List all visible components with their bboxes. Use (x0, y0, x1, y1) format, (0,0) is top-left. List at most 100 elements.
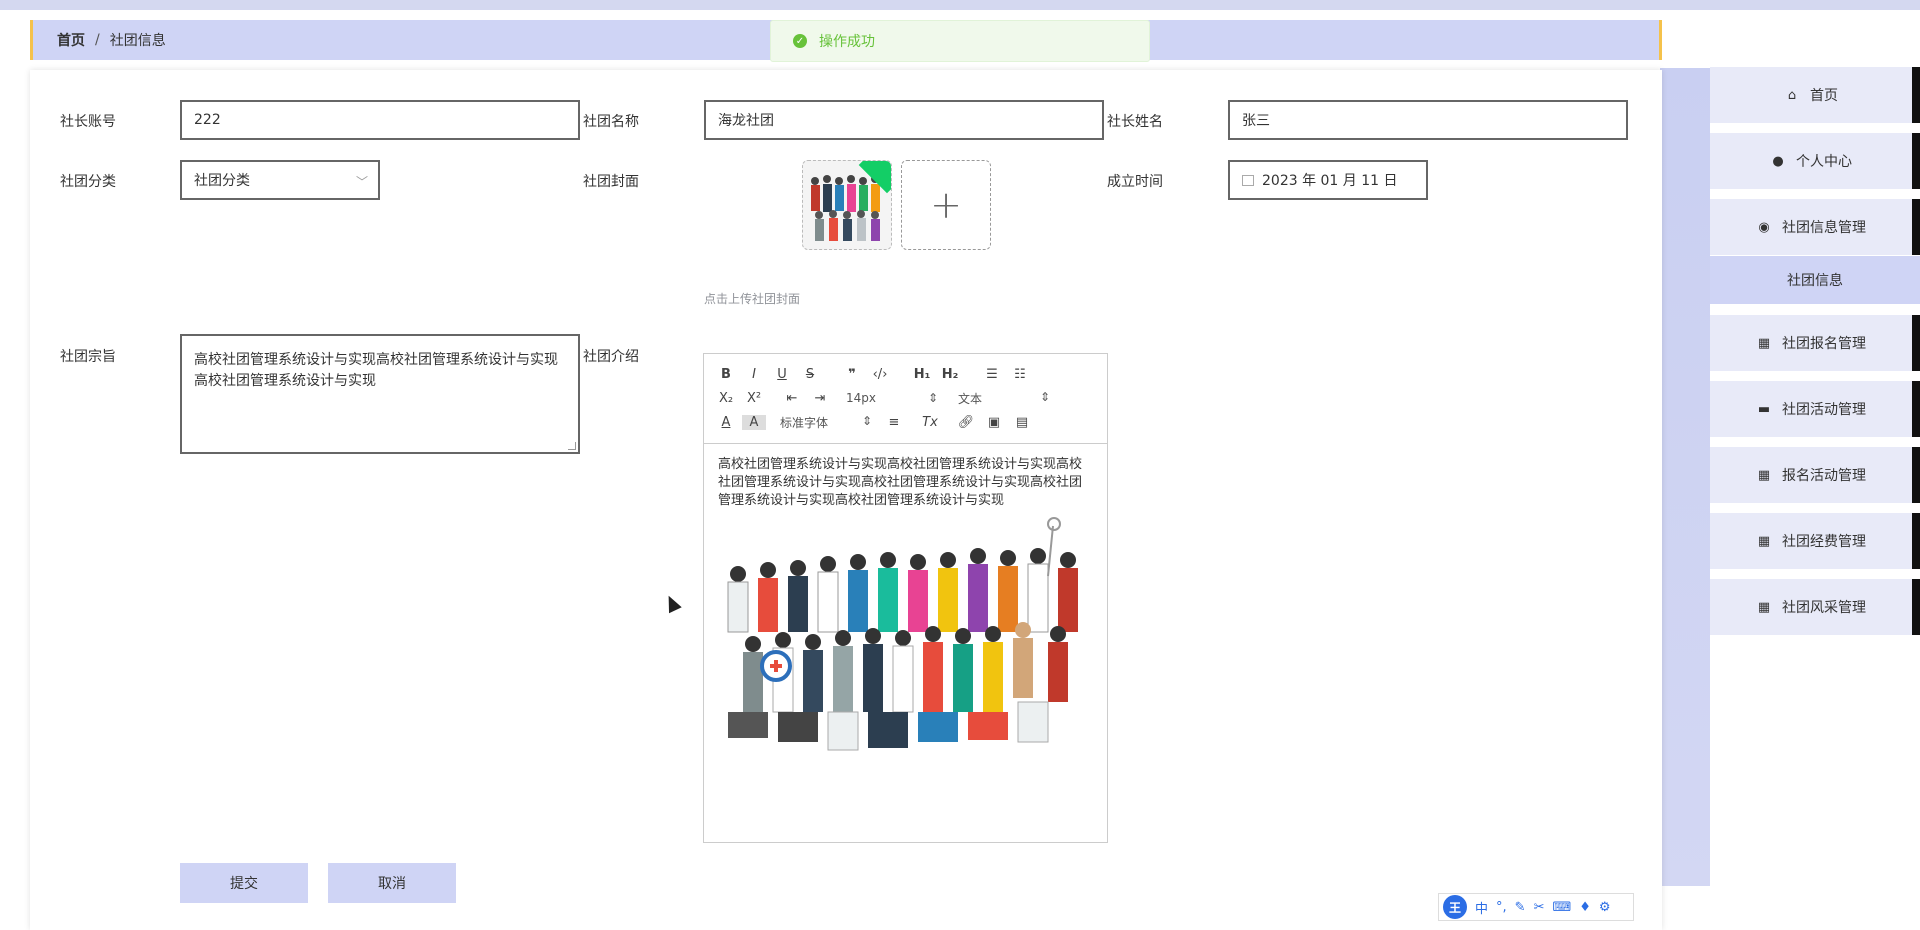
founded-date-input[interactable]: 2023 年 01 月 11 日 (1228, 160, 1428, 200)
sidebar-item-club-signup-management[interactable]: ▦ 社团报名管理 (1710, 315, 1920, 371)
sidebar-item-club-funds-management[interactable]: ▦ 社团经费管理 (1710, 513, 1920, 569)
cover-upload-hint: 点击上传社团封面 (704, 292, 801, 306)
check-circle-icon: ✓ (793, 34, 807, 48)
sidebar-item-label: 首页 (1810, 88, 1838, 104)
scissors-icon[interactable]: ✂ (1534, 900, 1545, 915)
submit-button[interactable]: 提交 (180, 863, 308, 903)
cancel-button[interactable]: 取消 (328, 863, 456, 903)
tenet-textarea[interactable]: 高校社团管理系统设计与实现高校社团管理系统设计与实现高校社团管理系统设计与实现 (180, 334, 580, 454)
sidebar-item-club-showcase-management[interactable]: ▦ 社团风采管理 (1710, 579, 1920, 635)
location-icon: ◉ (1758, 219, 1770, 235)
sidebar-item-home[interactable]: ⌂ 首页 (1710, 67, 1920, 123)
font-color-icon[interactable]: A (714, 415, 738, 430)
president-account-input[interactable]: 222 (180, 100, 580, 140)
editor-intro-text: 高校社团管理系统设计与实现高校社团管理系统设计与实现高校社团管理系统设计与实现高… (718, 457, 1083, 508)
heading-1-icon[interactable]: H₁ (910, 367, 934, 382)
background-color-icon[interactable]: A (742, 414, 766, 430)
category-select-value: 社团分类 (194, 173, 250, 189)
tenet-label: 社团宗旨 (60, 349, 116, 365)
user-icon: ● (1772, 153, 1784, 169)
success-toast: ✓ 操作成功 (770, 20, 1150, 62)
sidebar-item-activity-signup-management[interactable]: ▦ 报名活动管理 (1710, 447, 1920, 503)
keyboard-icon[interactable]: ⌨ (1552, 900, 1571, 915)
top-bar (0, 0, 1920, 10)
intro-label: 社团介绍 (583, 349, 639, 365)
sidebar-item-label: 个人中心 (1796, 154, 1852, 170)
president-name-label: 社长姓名 (1107, 114, 1163, 130)
breadcrumb-home[interactable]: 首页 (57, 30, 85, 50)
subscript-icon[interactable]: X₂ (714, 391, 738, 406)
font-size-select[interactable]: 14px ⇕ (846, 391, 938, 405)
cover-thumbnail[interactable] (802, 160, 892, 250)
font-family-value: 标准字体 (780, 415, 829, 430)
founded-date-value: 2023 年 01 月 11 日 (1262, 173, 1398, 189)
align-left-icon[interactable]: ≡ (882, 415, 906, 430)
cover-upload-button[interactable]: + (901, 160, 991, 250)
shirt-icon[interactable]: ♦ (1579, 900, 1591, 915)
ordered-list-icon[interactable]: ☰ (980, 367, 1004, 382)
clear-format-icon[interactable]: Tx (918, 415, 942, 430)
sidebar-subitem-club-info[interactable]: 社团信息 (1710, 256, 1920, 304)
sidebar-item-personal-center[interactable]: ● 个人中心 (1710, 133, 1920, 189)
heading-2-icon[interactable]: H₂ (938, 367, 962, 382)
breadcrumb-current: 社团信息 (109, 33, 166, 49)
settings-gear-icon[interactable]: ⚙ (1599, 900, 1611, 915)
toast-message: 操作成功 (819, 34, 875, 50)
strikethrough-icon[interactable]: S (798, 367, 822, 382)
image-icon[interactable]: ▣ (982, 415, 1006, 430)
resize-handle-icon[interactable] (568, 442, 576, 450)
bold-icon[interactable]: B (714, 367, 738, 382)
sidebar-item-label: 社团信息管理 (1782, 220, 1866, 236)
punctuation-icon[interactable]: °, (1496, 900, 1507, 915)
superscript-icon[interactable]: X² (742, 391, 766, 406)
text-type-select[interactable]: 文本 ⇕ (958, 390, 1050, 407)
video-icon[interactable]: ▤ (1010, 415, 1034, 430)
code-block-icon[interactable]: ‹/› (868, 367, 892, 382)
club-name-label: 社团名称 (583, 114, 639, 130)
sidebar-item-label: 社团报名管理 (1782, 336, 1866, 352)
editor-content[interactable]: 高校社团管理系统设计与实现高校社团管理系统设计与实现高校社团管理系统设计与实现高… (704, 444, 1107, 784)
font-size-value: 14px (846, 391, 876, 405)
sidebar-item-label: 报名活动管理 (1782, 468, 1866, 484)
sidebar-item-club-info-management[interactable]: ◉ 社团信息管理 (1710, 199, 1920, 255)
category-label: 社团分类 (60, 174, 116, 190)
blockquote-icon[interactable]: ❞ (840, 367, 864, 382)
grid-icon: ▦ (1757, 467, 1771, 483)
background-strip (1660, 68, 1710, 886)
calendar-icon (1242, 174, 1254, 186)
chevron-down-icon: ﹀ (355, 175, 368, 189)
ime-mode[interactable]: 中 (1475, 898, 1488, 917)
bullet-list-icon[interactable]: ☷ (1008, 367, 1032, 382)
text-type-value: 文本 (958, 391, 983, 406)
editor-toolbar: B I U S ❞ ‹/› H₁ H₂ ☰ ☷ X₂ X² ⇤ ⇥ 14px ⇕ … (704, 354, 1107, 444)
select-arrows-icon: ⇕ (927, 391, 938, 405)
plus-icon: + (930, 183, 962, 227)
ime-logo[interactable]: 王 (1443, 895, 1467, 919)
ime-toolbar: 王 中 °, ✎ ✂ ⌨ ♦ ⚙ (1438, 893, 1634, 921)
category-select[interactable]: 社团分类 ﹀ (180, 160, 380, 200)
club-name-input[interactable]: 海龙社团 (704, 100, 1104, 140)
president-name-input[interactable]: 张三 (1228, 100, 1628, 140)
indent-icon[interactable]: ⇥ (808, 391, 832, 406)
pen-icon[interactable]: ✎ (1515, 900, 1526, 915)
sidebar-menu: ⌂ 首页 ● 个人中心 ◉ 社团信息管理 社团信息 ▦ 社团报名管理 ▬ 社团活… (1710, 57, 1920, 930)
home-icon: ⌂ (1787, 87, 1797, 103)
club-group-photo-icon (718, 516, 1088, 766)
sidebar-item-club-activity-management[interactable]: ▬ 社团活动管理 (1710, 381, 1920, 437)
cover-label: 社团封面 (583, 174, 639, 190)
outdent-icon[interactable]: ⇤ (780, 391, 804, 406)
grid-icon: ▦ (1757, 599, 1771, 615)
founded-label: 成立时间 (1107, 174, 1163, 190)
tenet-textarea-value: 高校社团管理系统设计与实现高校社团管理系统设计与实现高校社团管理系统设计与实现 (194, 352, 558, 389)
rich-text-editor[interactable]: B I U S ❞ ‹/› H₁ H₂ ☰ ☷ X₂ X² ⇤ ⇥ 14px ⇕ … (703, 353, 1108, 843)
sidebar-item-label: 社团活动管理 (1782, 402, 1866, 418)
sidebar-item-label: 社团经费管理 (1782, 534, 1866, 550)
italic-icon[interactable]: I (742, 367, 766, 382)
president-account-label: 社长账号 (60, 114, 116, 130)
font-family-select[interactable]: 标准字体 ⇕ (780, 414, 872, 431)
grid-icon: ▦ (1757, 335, 1771, 351)
sidebar-item-label: 社团风采管理 (1782, 600, 1866, 616)
grid-icon: ▦ (1757, 533, 1771, 549)
link-icon[interactable]: 🔗︎ (954, 415, 978, 430)
underline-icon[interactable]: U (770, 367, 794, 382)
